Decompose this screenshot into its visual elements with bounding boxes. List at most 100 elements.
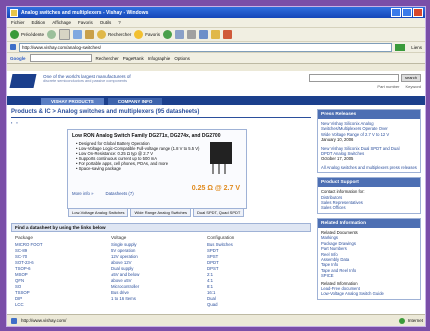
- links-label[interactable]: Liens: [411, 45, 422, 50]
- feature-title: Low RON Analog Switch Family DG271x, DG2…: [72, 133, 221, 139]
- star-icon: [134, 30, 144, 39]
- print-icon[interactable]: [187, 30, 197, 39]
- sidebar: Press Releases New Vishay Siliconix Anal…: [317, 109, 421, 308]
- google-search-input[interactable]: [29, 54, 92, 62]
- forward-arrow-icon[interactable]: [47, 30, 57, 39]
- page-tools: ▪ ▪: [11, 120, 311, 125]
- chip-leg: [224, 164, 226, 174]
- history-icon[interactable]: [163, 30, 173, 39]
- browser-window: Analog switches and multiplexers - Visha…: [6, 6, 426, 327]
- site-search: search Part number Keyword: [308, 74, 421, 89]
- internet-zone-icon: [398, 317, 405, 324]
- menu-favorites[interactable]: Favoris: [78, 20, 93, 25]
- menu-bar: Fichier Edition Affichage Favoris Outils…: [7, 18, 425, 28]
- status-url: http://www.vishay.com/: [21, 318, 67, 323]
- feature-links: More info » Datasheets (7): [72, 191, 134, 196]
- address-bar: http://www.vishay.com/analog-switches/ L…: [7, 42, 425, 53]
- back-arrow-icon: [10, 30, 19, 39]
- window-controls: [391, 8, 425, 17]
- google-search-button[interactable]: Rechercher: [96, 56, 119, 61]
- column-header: Voltage: [111, 235, 127, 240]
- press-releases-header: Press Releases: [318, 110, 420, 119]
- ie-icon: [10, 8, 18, 17]
- page-icon: [10, 44, 16, 50]
- search-icon: [97, 30, 107, 39]
- more-info-link[interactable]: More info »: [72, 191, 94, 196]
- go-button[interactable]: [395, 43, 406, 51]
- filter-table: Package MICRO FOOT SC-89 SC-70 SOT-23-6 …: [11, 235, 311, 308]
- edit-icon[interactable]: [199, 30, 209, 39]
- toolbar: Précédente Rechercher Favoris: [7, 28, 425, 42]
- feature-buttons: Low-Voltage Analog Switches Wide Range A…: [68, 208, 245, 217]
- pagerank-link[interactable]: PageRank: [123, 56, 144, 61]
- find-datasheet-bar: Find a datasheet by using the links belo…: [11, 223, 311, 232]
- page-status-icon: [11, 317, 17, 324]
- all-press-link[interactable]: All Analog switches and multiplexers pre…: [321, 165, 417, 170]
- favorites-button[interactable]: Favoris: [134, 30, 160, 39]
- voltage-column: Voltage Single supply 5V operation 12V o…: [111, 235, 207, 308]
- back-button[interactable]: Précédente: [10, 30, 44, 39]
- press-releases-box: Press Releases New Vishay Siliconix Anal…: [317, 109, 421, 174]
- web-page: One of the world's largest manufacturers…: [7, 71, 425, 315]
- status-zone: Internet: [407, 318, 423, 323]
- options-link[interactable]: Options: [174, 56, 190, 61]
- google-logo[interactable]: Google: [10, 56, 26, 61]
- tagline: One of the world's largest manufacturers…: [43, 74, 131, 83]
- maximize-button[interactable]: [402, 8, 412, 17]
- google-toolbar: Google Rechercher PageRank Infographie O…: [7, 53, 425, 64]
- menu-help[interactable]: ?: [118, 20, 121, 25]
- column-header: Configuration: [207, 235, 235, 240]
- support-link[interactable]: Sales Offices: [321, 205, 417, 210]
- feature-box: Low RON Analog Switch Family DG271x, DG2…: [67, 129, 247, 217]
- status-bar: http://www.vishay.com/ Internet: [7, 314, 425, 326]
- breadcrumb: Products & IC > Analog switches and mult…: [11, 109, 311, 118]
- site-nav: VISHAY PRODUCTS COMPANY INFO: [7, 96, 425, 105]
- mail-icon[interactable]: [175, 30, 185, 39]
- email-page-icon[interactable]: ▪: [16, 120, 17, 125]
- menu-edit[interactable]: Edition: [32, 20, 46, 25]
- search-part-number-option[interactable]: Part number: [377, 84, 399, 89]
- wide-range-switches-button[interactable]: Wide Range Analog Switches: [130, 208, 191, 217]
- tab-company-info[interactable]: COMPANY INFO: [107, 98, 163, 105]
- filter-link[interactable]: LCC: [15, 302, 111, 308]
- filter-link[interactable]: Quad: [207, 302, 303, 308]
- messenger-icon[interactable]: [223, 30, 233, 39]
- press-date: October 17, 2005: [321, 156, 354, 162]
- vishay-logo[interactable]: [9, 74, 37, 88]
- infographie-link[interactable]: Infographie: [148, 56, 171, 61]
- refresh-icon[interactable]: [73, 30, 83, 39]
- print-page-icon[interactable]: ▪: [11, 120, 12, 125]
- site-search-button[interactable]: search: [400, 74, 421, 82]
- product-support-header: Product Support: [318, 178, 420, 188]
- site-search-input[interactable]: [308, 74, 399, 82]
- related-link[interactable]: Low-Voltage Analog Switch Guide: [321, 291, 417, 296]
- folder-icon[interactable]: [211, 30, 221, 39]
- menu-tools[interactable]: Outils: [100, 20, 112, 25]
- tab-products[interactable]: VISHAY PRODUCTS: [41, 98, 104, 105]
- low-voltage-switches-button[interactable]: Low-Voltage Analog Switches: [68, 208, 129, 217]
- column-header: Package: [15, 235, 33, 240]
- search-button[interactable]: Rechercher: [97, 30, 131, 39]
- title-bar: Analog switches and multiplexers - Visha…: [7, 7, 425, 18]
- chip-leg: [212, 164, 214, 174]
- window-title: Analog switches and multiplexers - Visha…: [21, 9, 149, 16]
- related-info-header: Related Information: [318, 218, 420, 228]
- url-input[interactable]: http://www.vishay.com/analog-switches/: [19, 42, 393, 52]
- minimize-button[interactable]: [391, 8, 401, 17]
- close-button[interactable]: [413, 8, 423, 17]
- package-column: Package MICRO FOOT SC-89 SC-70 SOT-23-6 …: [15, 235, 111, 308]
- dual-quad-spdt-button[interactable]: Dual SPDT, Quad SPDT: [192, 208, 245, 217]
- menu-view[interactable]: Affichage: [52, 20, 71, 25]
- home-icon[interactable]: [85, 30, 95, 39]
- configuration-column: Configuration Bus Switches SPDT SPST DPD…: [207, 235, 303, 308]
- chip-leg: [218, 164, 220, 174]
- filter-link[interactable]: 1 to 16 Items: [111, 296, 207, 302]
- search-keyword-option[interactable]: Keyword: [405, 84, 421, 89]
- stop-icon[interactable]: [59, 29, 71, 40]
- feature-spec: 0.25 Ω @ 2.7 V: [191, 185, 240, 192]
- datasheets-link[interactable]: Datasheets (7): [106, 191, 134, 196]
- main-column: Products & IC > Analog switches and mult…: [11, 109, 311, 308]
- content: Products & IC > Analog switches and mult…: [7, 105, 425, 312]
- chip-image: [210, 142, 232, 164]
- menu-file[interactable]: Fichier: [11, 20, 25, 25]
